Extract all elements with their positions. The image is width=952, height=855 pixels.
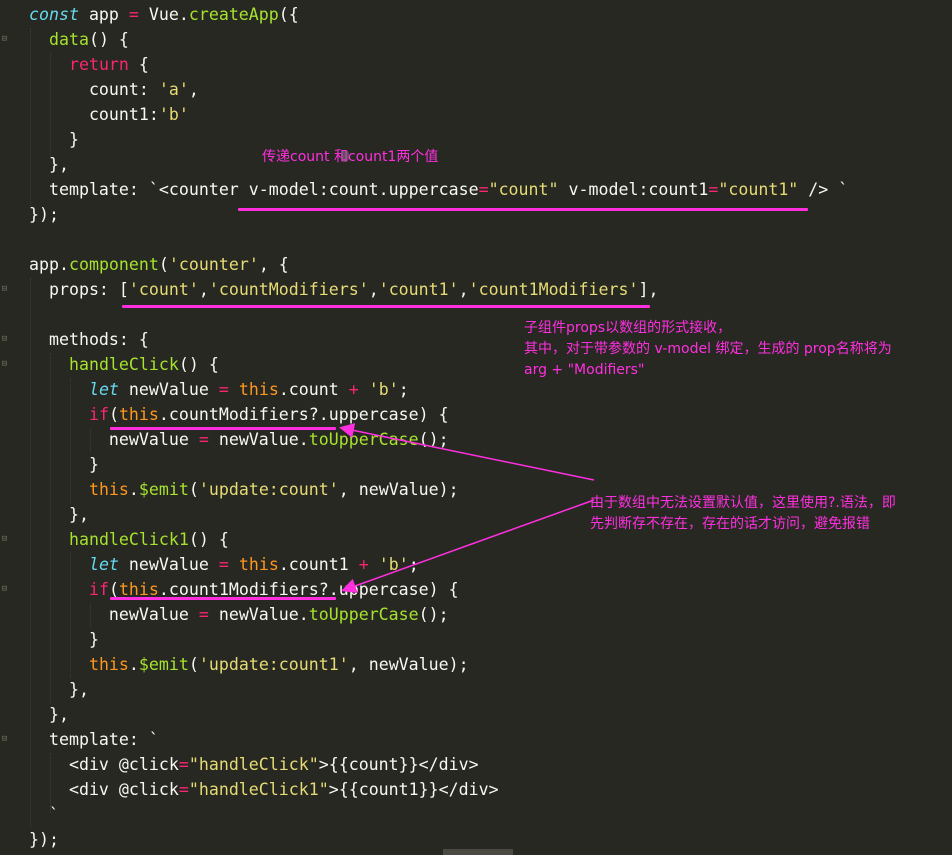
annotation-pass-values: 传递count 和count1两个值: [262, 149, 439, 165]
horizontal-scrollbar[interactable]: [443, 849, 513, 855]
annotation-props-line2: 其中，对于带参数的 v-model 绑定，生成的 prop名称将为: [524, 341, 892, 357]
arrow-to-count-modifiers: [339, 423, 595, 481]
annotation-optional-chain-line1: 由于数组中无法设置默认值，这里使用?.语法，即: [590, 495, 896, 511]
annotation-arrows: [339, 423, 595, 593]
annotation-props-line3: arg + "Modifiers": [524, 362, 645, 378]
arrow-to-count1-modifiers: [341, 499, 595, 593]
annotation-props-line1: 子组件props以数组的形式接收，: [524, 320, 732, 336]
annotation-optional-chain-line2: 先判断存不存在，存在的话才访问，避免报错: [590, 516, 870, 532]
